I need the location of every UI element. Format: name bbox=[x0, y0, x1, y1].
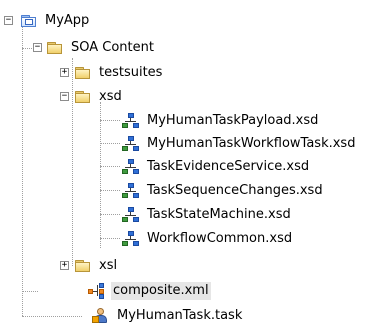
collapse-toggle-xsd[interactable]: − bbox=[60, 92, 69, 101]
tree-connector bbox=[100, 190, 120, 191]
tree-node-xsd-file[interactable]: MyHumanTaskPayload.xsd bbox=[122, 111, 320, 131]
tree-node-xsd-file[interactable]: WorkflowCommon.xsd bbox=[122, 229, 294, 249]
tree-node-label: xsd bbox=[99, 89, 122, 104]
tree-node-label: composite.xml bbox=[111, 282, 211, 300]
tree-node-label: TaskSequenceChanges.xsd bbox=[147, 183, 323, 198]
tree-node-label: MyHumanTaskPayload.xsd bbox=[147, 113, 319, 128]
tree-connector bbox=[100, 214, 120, 215]
tree-node-xsd-file[interactable]: TaskEvidenceService.xsd bbox=[122, 157, 311, 177]
schema-file-icon bbox=[122, 231, 140, 247]
project-tree[interactable]: − − + − + MyApp SOA Content testsuites x… bbox=[0, 0, 372, 323]
tree-node-label: WorkflowCommon.xsd bbox=[147, 231, 293, 246]
tree-node-label: SOA Content bbox=[71, 40, 154, 55]
schema-file-icon bbox=[122, 136, 140, 152]
tree-connector bbox=[100, 143, 120, 144]
project-folder-icon bbox=[20, 13, 38, 29]
tree-connector bbox=[22, 316, 82, 317]
tree-node-label: xsl bbox=[99, 258, 118, 273]
tree-node-label: testsuites bbox=[99, 65, 163, 80]
folder-icon bbox=[74, 89, 92, 105]
folder-icon bbox=[74, 65, 92, 81]
tree-node-soa-content[interactable]: SOA Content bbox=[46, 38, 156, 58]
composite-file-icon bbox=[88, 283, 106, 299]
schema-file-icon bbox=[122, 207, 140, 223]
folder-icon bbox=[46, 40, 64, 56]
tree-node-label: MyHumanTask.task bbox=[117, 308, 243, 323]
collapse-toggle-soa-content[interactable]: − bbox=[33, 43, 42, 52]
schema-file-icon bbox=[122, 159, 140, 175]
tree-connector bbox=[22, 21, 23, 316]
expand-toggle-xsl[interactable]: + bbox=[60, 261, 69, 270]
tree-connector bbox=[72, 58, 73, 266]
tree-node-xsd-file[interactable]: TaskStateMachine.xsd bbox=[122, 205, 293, 225]
expand-toggle-testsuites[interactable]: + bbox=[60, 68, 69, 77]
tree-node-xsd[interactable]: xsd bbox=[74, 87, 124, 107]
tree-connector bbox=[100, 166, 120, 167]
tree-node-human-task[interactable]: MyHumanTask.task bbox=[92, 306, 244, 326]
tree-connector bbox=[100, 120, 120, 121]
tree-node-myapp[interactable]: MyApp bbox=[20, 11, 91, 31]
tree-node-xsl[interactable]: xsl bbox=[74, 256, 119, 276]
tree-connector bbox=[100, 238, 120, 239]
schema-file-icon bbox=[122, 183, 140, 199]
tree-node-label: MyApp bbox=[45, 13, 90, 28]
tree-node-composite-xml[interactable]: composite.xml bbox=[88, 281, 211, 301]
tree-node-xsd-file[interactable]: MyHumanTaskWorkflowTask.xsd bbox=[122, 134, 357, 154]
tree-node-testsuites[interactable]: testsuites bbox=[74, 63, 164, 83]
tree-node-label: TaskStateMachine.xsd bbox=[147, 207, 291, 222]
schema-file-icon bbox=[122, 113, 140, 129]
tree-node-label: MyHumanTaskWorkflowTask.xsd bbox=[147, 136, 356, 151]
tree-connector bbox=[100, 102, 101, 248]
collapse-toggle-myapp[interactable]: − bbox=[4, 16, 13, 25]
tree-connector bbox=[22, 291, 38, 292]
tree-node-label: TaskEvidenceService.xsd bbox=[147, 159, 310, 174]
tree-node-xsd-file[interactable]: TaskSequenceChanges.xsd bbox=[122, 181, 325, 201]
folder-icon bbox=[74, 258, 92, 274]
